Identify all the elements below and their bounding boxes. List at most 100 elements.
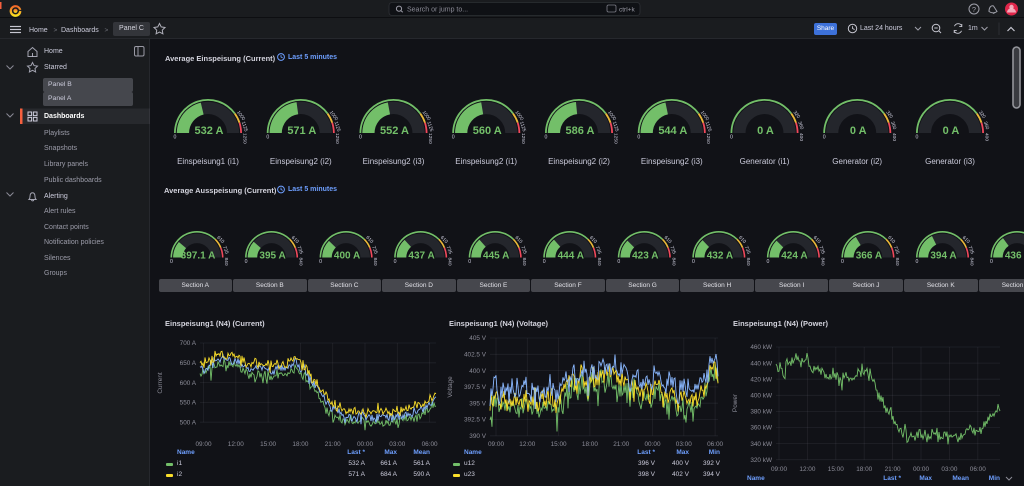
svg-text:444 A: 444 A [558,251,584,262]
svg-text:0: 0 [319,259,322,265]
svg-text:400: 400 [891,133,897,141]
svg-text:03:00: 03:00 [389,441,405,448]
svg-text:0: 0 [730,135,733,141]
svg-text:1250: 1250 [613,133,619,144]
svg-text:21:00: 21:00 [885,466,901,473]
svg-text:00:00: 00:00 [357,441,373,448]
svg-text:ctrl+k: ctrl+k [619,6,635,13]
svg-text:1250: 1250 [242,133,248,144]
svg-text:400: 400 [984,133,990,141]
svg-text:0: 0 [468,259,471,265]
svg-text:437 A: 437 A [408,251,434,262]
svg-text:392.5 V: 392.5 V [464,417,487,424]
svg-text:840: 840 [969,258,975,266]
svg-text:0 A: 0 A [850,125,867,137]
svg-text:840: 840 [372,258,378,266]
svg-text:0: 0 [545,135,548,141]
svg-text:0: 0 [452,135,455,141]
svg-text:0: 0 [245,259,248,265]
svg-text:0: 0 [766,259,769,265]
svg-text:405 V: 405 V [469,335,486,342]
svg-text:0: 0 [692,259,695,265]
svg-text:00:00: 00:00 [645,441,661,448]
svg-text:395 A: 395 A [259,251,285,262]
svg-text:320: 320 [792,110,802,120]
svg-text:420 kW: 420 kW [750,376,773,383]
svg-text:380 kW: 380 kW [750,409,773,416]
svg-text:00:00: 00:00 [913,466,929,473]
svg-text:Einspeisung1 (i1): Einspeisung1 (i1) [177,157,239,166]
svg-text:544 A: 544 A [658,125,687,137]
svg-text:436 A: 436 A [1005,251,1024,262]
svg-text:424 A: 424 A [781,251,807,262]
svg-text:432 A: 432 A [707,251,733,262]
svg-text:840: 840 [894,258,900,266]
svg-text:610: 610 [215,235,225,245]
svg-text:600 A: 600 A [180,380,197,387]
svg-text:0: 0 [916,259,919,265]
svg-text:1250: 1250 [520,133,526,144]
svg-text:15:00: 15:00 [260,441,276,448]
svg-text:06:00: 06:00 [970,466,986,473]
svg-text:12:00: 12:00 [228,441,244,448]
svg-text:21:00: 21:00 [325,441,341,448]
svg-text:840: 840 [819,258,825,266]
svg-text:Search or jump to...: Search or jump to... [407,7,468,14]
svg-text:0: 0 [916,135,919,141]
svg-text:0: 0 [394,259,397,265]
svg-text:09:00: 09:00 [488,441,504,448]
svg-text:Generator (i1): Generator (i1) [740,157,790,166]
svg-text:0 A: 0 A [943,125,960,137]
svg-text:550 A: 550 A [180,400,197,407]
svg-text:Einspeisung2 (i2): Einspeisung2 (i2) [548,157,610,166]
svg-text:18:00: 18:00 [582,441,598,448]
svg-text:445 A: 445 A [483,251,509,262]
svg-text:0: 0 [266,135,269,141]
svg-text:610: 610 [514,235,524,245]
svg-text:360 kW: 360 kW [750,425,773,432]
svg-text:586 A: 586 A [566,125,595,137]
svg-text:552 A: 552 A [380,125,409,137]
svg-text:397.5 V: 397.5 V [464,384,487,391]
svg-text:06:00: 06:00 [422,441,438,448]
svg-text:610: 610 [588,235,598,245]
svg-text:840: 840 [298,258,304,266]
svg-text:610: 610 [737,235,747,245]
svg-text:18:00: 18:00 [292,441,308,448]
svg-text:340 kW: 340 kW [750,441,773,448]
svg-text:Generator (i2): Generator (i2) [832,157,882,166]
svg-text:03:00: 03:00 [941,466,957,473]
svg-text:1250: 1250 [705,133,711,144]
svg-text:610: 610 [364,235,374,245]
svg-text:650 A: 650 A [180,360,197,367]
svg-text:03:00: 03:00 [676,441,692,448]
svg-text:1250: 1250 [427,133,433,144]
svg-text:423 A: 423 A [632,251,658,262]
svg-text:840: 840 [596,258,602,266]
svg-text:0: 0 [990,259,993,265]
svg-text:394 A: 394 A [930,251,956,262]
svg-text:320 kW: 320 kW [750,457,773,464]
svg-text:>: > [54,27,58,34]
svg-text:09:00: 09:00 [771,466,787,473]
svg-text:12:00: 12:00 [799,466,815,473]
svg-text:440 kW: 440 kW [750,360,773,367]
svg-text:840: 840 [670,258,676,266]
svg-text:Einspeisung2 (i3): Einspeisung2 (i3) [363,157,425,166]
svg-text:Einspeisung2 (i2): Einspeisung2 (i2) [270,157,332,166]
svg-text:400 kW: 400 kW [750,393,773,400]
svg-text:0: 0 [543,259,546,265]
svg-text:840: 840 [223,258,229,266]
svg-text:15:00: 15:00 [828,466,844,473]
svg-text:610: 610 [290,235,300,245]
svg-text:402.5 V: 402.5 V [464,352,487,359]
svg-text:Dashboards: Dashboards [61,27,99,34]
svg-text:610: 610 [439,235,449,245]
svg-text:15:00: 15:00 [551,441,567,448]
svg-text:0: 0 [841,259,844,265]
svg-text:Voltage: Voltage [447,376,454,398]
svg-text:700 A: 700 A [180,340,197,347]
svg-text:610: 610 [886,235,896,245]
svg-text:Einspeisung2 (i1): Einspeisung2 (i1) [455,157,517,166]
svg-text:0: 0 [174,135,177,141]
